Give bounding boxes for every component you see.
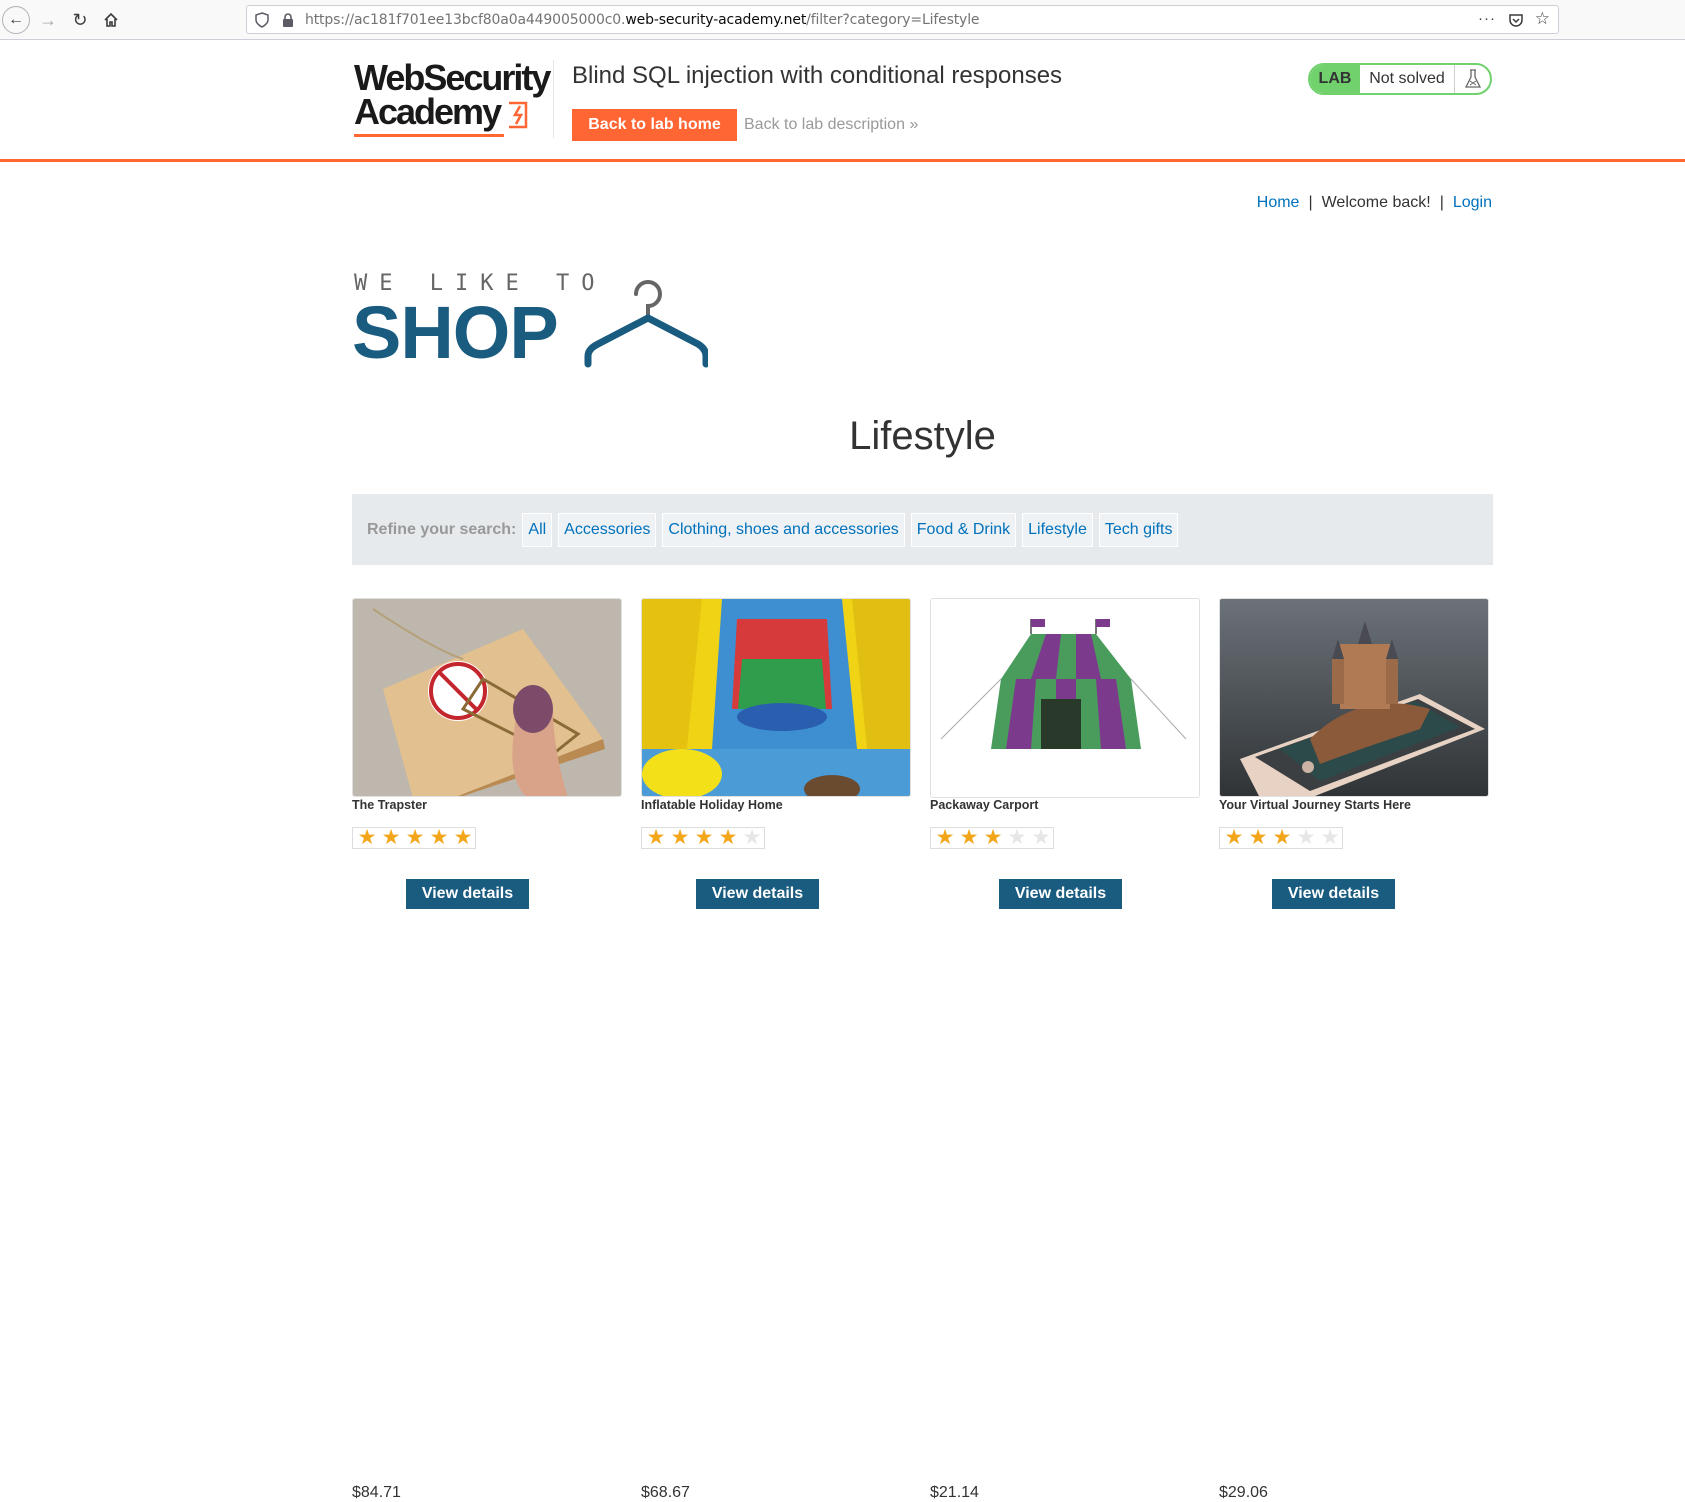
filter-clothing[interactable]: Clothing, shoes and accessories <box>662 512 905 547</box>
forward-arrow-icon[interactable]: → <box>36 8 60 32</box>
product-card: The Trapster ★ ★ ★ ★ ★ $84.71 View details <box>352 598 622 1501</box>
star-icon: ★ <box>1320 826 1340 849</box>
product-card: Your Virtual Journey Starts Here ★ ★ ★ ★ ★ $… <box>1219 598 1489 1501</box>
back-arrow-icon[interactable]: ← <box>2 6 30 34</box>
back-to-lab-description-link[interactable]: Back to lab description » <box>744 116 918 134</box>
lab-title: Blind SQL injection with conditional res… <box>572 62 1063 89</box>
star-icon: ★ <box>670 826 690 849</box>
product-price: $68.67 <box>641 1484 690 1501</box>
filter-all[interactable]: All <box>522 512 553 547</box>
product-image[interactable] <box>352 598 622 797</box>
product-name: The Trapster <box>352 798 428 812</box>
more-options-icon[interactable]: ··· <box>1478 10 1496 27</box>
star-icon: ★ <box>1248 826 1268 849</box>
bookmark-star-icon[interactable]: ☆ <box>1535 9 1550 29</box>
star-icon: ★ <box>983 826 1003 849</box>
lock-icon[interactable] <box>281 12 295 28</box>
star-icon: ★ <box>935 826 955 849</box>
filter-tech-gifts[interactable]: Tech gifts <box>1098 512 1179 547</box>
academy-bolt-icon <box>509 101 528 129</box>
filter-lifestyle[interactable]: Lifestyle <box>1022 512 1093 547</box>
star-rating: ★ ★ ★ ★ ★ <box>352 827 476 849</box>
view-details-button[interactable]: View details <box>999 879 1122 909</box>
logo-underline <box>354 134 504 137</box>
view-details-button[interactable]: View details <box>406 879 529 909</box>
star-icon: ★ <box>405 826 425 849</box>
filter-food-drink[interactable]: Food & Drink <box>910 512 1017 547</box>
phone-castle-icon <box>1220 599 1488 796</box>
star-icon: ★ <box>381 826 401 849</box>
star-icon: ★ <box>646 826 666 849</box>
reload-icon[interactable]: ↻ <box>68 8 92 32</box>
star-rating: ★ ★ ★ ★ ★ <box>1219 827 1343 849</box>
filter-accessories[interactable]: Accessories <box>558 512 657 547</box>
bouncy-castle-icon <box>642 599 910 796</box>
nav-separator: | <box>1308 194 1313 211</box>
star-rating: ★ ★ ★ ★ ★ <box>930 827 1054 849</box>
product-price: $21.14 <box>930 1484 979 1501</box>
star-icon: ★ <box>357 826 377 849</box>
product-price: $84.71 <box>352 1484 401 1501</box>
product-card: Packaway Carport ★ ★ ★ ★ ★ $21.14 View detai… <box>930 598 1200 1501</box>
hanger-icon <box>584 280 708 368</box>
url-text[interactable]: https://ac181f701ee13bcf80a0a449005000c0… <box>305 12 980 28</box>
star-icon: ★ <box>742 826 762 849</box>
tent-icon <box>931 599 1199 797</box>
star-icon: ★ <box>1272 826 1292 849</box>
product-name: Your Virtual Journey Starts Here <box>1219 798 1411 812</box>
product-image[interactable] <box>1219 598 1489 797</box>
shop-word: SHOP <box>352 291 559 374</box>
star-icon: ★ <box>718 826 738 849</box>
back-to-lab-home-button[interactable]: Back to lab home <box>572 109 737 141</box>
product-image[interactable] <box>641 598 911 797</box>
star-icon: ★ <box>429 826 449 849</box>
lab-status-text: Not solved <box>1360 65 1455 93</box>
home-link[interactable]: Home <box>1257 194 1300 211</box>
address-bar[interactable]: https://ac181f701ee13bcf80a0a449005000c0… <box>246 5 1559 34</box>
lab-badge: LAB <box>1310 65 1360 93</box>
product-name: Packaway Carport <box>930 798 1039 812</box>
refine-search-label: Refine your search: <box>367 520 517 538</box>
lab-status-widget[interactable]: LAB Not solved <box>1308 63 1492 95</box>
lab-header: WebSecurity Academy Blind SQL injection … <box>0 40 1685 162</box>
product-name: Inflatable Holiday Home <box>641 798 783 812</box>
home-icon[interactable] <box>99 8 123 32</box>
view-details-button[interactable]: View details <box>1272 879 1395 909</box>
browser-toolbar: ← → ↻ https://ac181f701ee13bcf80a0a44900… <box>0 0 1685 40</box>
star-icon: ★ <box>694 826 714 849</box>
flask-icon[interactable] <box>1455 65 1490 93</box>
shop-logo[interactable]: WE LIKE TO SHOP <box>352 268 712 370</box>
star-icon: ★ <box>1224 826 1244 849</box>
account-nav: Home | Welcome back! | Login <box>1257 194 1492 212</box>
double-chevron-icon: » <box>909 116 919 133</box>
nav-separator: | <box>1439 194 1444 211</box>
star-icon: ★ <box>959 826 979 849</box>
pocket-icon[interactable] <box>1508 12 1524 28</box>
mousetrap-icon <box>353 599 621 796</box>
view-details-button[interactable]: View details <box>696 879 819 909</box>
star-icon: ★ <box>1296 826 1316 849</box>
star-icon: ★ <box>453 826 473 849</box>
shield-icon[interactable] <box>255 12 269 28</box>
category-filter-bar: Refine your search: All Accessories Clot… <box>352 494 1493 565</box>
product-price: $29.06 <box>1219 1484 1268 1501</box>
product-card: Inflatable Holiday Home ★ ★ ★ ★ ★ $68.67 Vie… <box>641 598 911 1501</box>
product-image[interactable] <box>930 598 1200 798</box>
star-rating: ★ ★ ★ ★ ★ <box>641 827 765 849</box>
star-icon: ★ <box>1031 826 1051 849</box>
web-security-academy-logo[interactable]: WebSecurity Academy <box>354 60 554 150</box>
star-icon: ★ <box>1007 826 1027 849</box>
welcome-text: Welcome back! <box>1321 194 1431 211</box>
login-link[interactable]: Login <box>1453 194 1492 211</box>
header-divider <box>553 60 554 138</box>
category-title: Lifestyle <box>849 414 996 458</box>
